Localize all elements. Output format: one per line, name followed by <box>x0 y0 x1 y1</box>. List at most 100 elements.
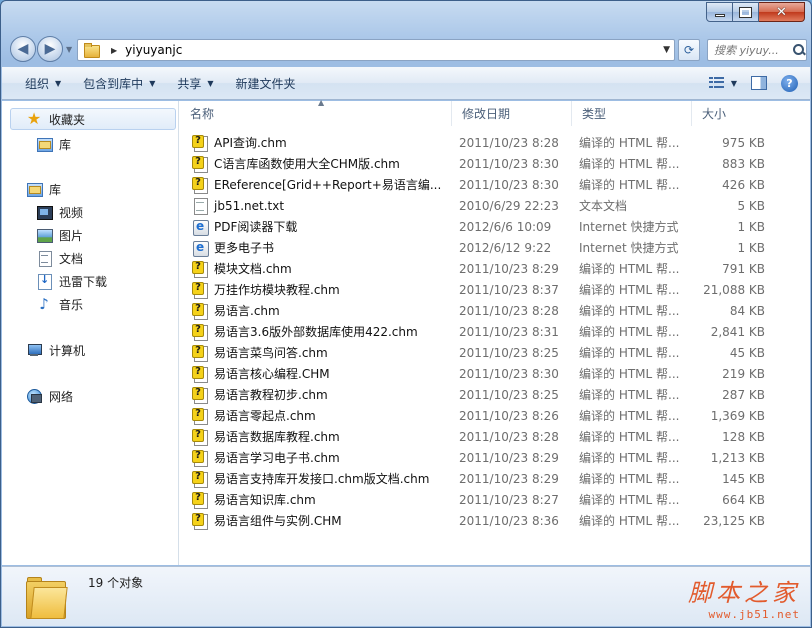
file-row[interactable]: 易语言学习电子书.chm 2011/10/23 8:29 编译的 HTML 帮...… <box>192 447 780 468</box>
search-icon[interactable] <box>793 44 805 56</box>
recent-pages-dropdown[interactable]: ▼ <box>66 45 72 54</box>
file-name-cell[interactable]: C语言库函数使用大全CHM版.chm <box>192 153 450 174</box>
back-button[interactable]: ◀ <box>10 36 36 62</box>
sidebar-item-computer[interactable]: 计算机 <box>26 339 85 361</box>
file-name-cell[interactable]: 易语言3.6版外部数据库使用422.chm <box>192 321 450 342</box>
file-date: 2011/10/23 8:30 <box>459 177 559 192</box>
file-name-cell[interactable]: 易语言菜鸟问答.chm <box>192 342 450 363</box>
sidebar-item-favorites[interactable]: ★ 收藏夹 <box>10 108 176 130</box>
minimize-button[interactable] <box>706 2 733 22</box>
chm-help-icon <box>192 512 208 530</box>
documents-icon <box>36 250 52 267</box>
chm-help-icon <box>192 428 208 446</box>
file-row[interactable]: 易语言组件与实例.CHM 2011/10/23 8:36 编译的 HTML 帮...… <box>192 510 780 531</box>
file-name-cell[interactable]: 易语言学习电子书.chm <box>192 447 450 468</box>
file-type: 编译的 HTML 帮... <box>579 367 680 381</box>
file-date: 2012/6/6 10:09 <box>459 219 552 234</box>
file-name-cell[interactable]: 更多电子书 <box>192 237 450 258</box>
file-name: API查询.chm <box>214 136 287 150</box>
file-name-cell[interactable]: 易语言.chm <box>192 300 450 321</box>
file-name-cell[interactable]: 易语言支持库开发接口.chm版文档.chm <box>192 468 450 489</box>
sidebar-item-music[interactable]: ♪ 音乐 <box>36 293 83 315</box>
file-name: 易语言教程初步.chm <box>214 388 328 402</box>
column-header-label: 大小 <box>702 107 727 121</box>
sidebar-item-videos[interactable]: 视频 <box>36 201 83 223</box>
file-type: 编译的 HTML 帮... <box>579 451 680 465</box>
column-header-size[interactable]: 大小 <box>692 101 772 126</box>
file-size: 145 KB <box>722 471 765 486</box>
file-name-cell[interactable]: 易语言数据库教程.chm <box>192 426 450 447</box>
close-icon: ✕ <box>776 4 787 20</box>
file-row[interactable]: C语言库函数使用大全CHM版.chm 2011/10/23 8:30 编译的 HTM… <box>192 153 780 174</box>
sidebar-item-favorites-library[interactable]: 库 <box>36 133 71 155</box>
file-name-cell[interactable]: 易语言核心编程.CHM <box>192 363 450 384</box>
address-bar[interactable]: ▶ yiyuyanjc ▼ <box>77 39 675 61</box>
file-list: ▲ 名称 修改日期 类型 大小 API查询.chm 2011/10/23 8:28… <box>180 98 810 565</box>
file-type: 编译的 HTML 帮... <box>579 304 680 318</box>
file-row[interactable]: 更多电子书 2012/6/12 9:22 Internet 快捷方式 1 KB <box>192 237 780 258</box>
file-name-cell[interactable]: 模块文档.chm <box>192 258 450 279</box>
file-row[interactable]: 模块文档.chm 2011/10/23 8:29 编译的 HTML 帮... 791 … <box>192 258 780 279</box>
file-row[interactable]: 易语言菜鸟问答.chm 2011/10/23 8:25 编译的 HTML 帮... 4… <box>192 342 780 363</box>
file-row[interactable]: API查询.chm 2011/10/23 8:28 编译的 HTML 帮... 975… <box>192 132 780 153</box>
watermark-logo: 脚本之家 www.jb51.net <box>688 573 800 621</box>
file-size: 84 KB <box>729 303 765 318</box>
organize-menu[interactable]: 组织 ▼ <box>14 71 72 95</box>
file-name-cell[interactable]: jb51.net.txt <box>192 195 450 216</box>
include-in-library-menu[interactable]: 包含到库中 ▼ <box>72 71 166 95</box>
file-name-cell[interactable]: 易语言教程初步.chm <box>192 384 450 405</box>
sidebar-item-thunder-downloads[interactable]: 迅雷下载 <box>36 270 107 292</box>
address-history-dropdown[interactable]: ▼ <box>663 45 670 55</box>
search-box[interactable] <box>707 39 807 61</box>
file-name: jb51.net.txt <box>214 198 285 213</box>
file-type: 编译的 HTML 帮... <box>579 514 680 528</box>
share-menu[interactable]: 共享 ▼ <box>166 71 224 95</box>
file-name-cell[interactable]: 易语言零起点.chm <box>192 405 450 426</box>
file-size: 975 KB <box>722 135 765 150</box>
file-row[interactable]: EReference[Grid++Report+易语言编... 2011/10/2… <box>192 174 780 195</box>
file-row[interactable]: 易语言教程初步.chm 2011/10/23 8:25 编译的 HTML 帮... 2… <box>192 384 780 405</box>
file-row[interactable]: 易语言支持库开发接口.chm版文档.chm 2011/10/23 8:29 编译的 … <box>192 468 780 489</box>
file-name-cell[interactable]: 易语言知识库.chm <box>192 489 450 510</box>
sidebar-item-network[interactable]: 网络 <box>26 385 73 407</box>
maximize-button[interactable] <box>733 2 759 22</box>
refresh-button[interactable]: ⟳ <box>678 39 700 61</box>
file-row[interactable]: 易语言核心编程.CHM 2011/10/23 8:30 编译的 HTML 帮... 2… <box>192 363 780 384</box>
file-row[interactable]: 易语言知识库.chm 2011/10/23 8:27 编译的 HTML 帮... 66… <box>192 489 780 510</box>
new-folder-button[interactable]: 新建文件夹 <box>225 71 307 95</box>
file-row[interactable]: 易语言.chm 2011/10/23 8:28 编译的 HTML 帮... 84 KB <box>192 300 780 321</box>
forward-button[interactable]: ▶ <box>37 36 63 62</box>
file-row[interactable]: PDF阅读器下载 2012/6/6 10:09 Internet 快捷方式 1 KB <box>192 216 780 237</box>
file-row[interactable]: 易语言数据库教程.chm 2011/10/23 8:28 编译的 HTML 帮...… <box>192 426 780 447</box>
file-name-cell[interactable]: 万挂作坊模块教程.chm <box>192 279 450 300</box>
file-row[interactable]: jb51.net.txt 2010/6/29 22:23 文本文档 5 KB <box>192 195 780 216</box>
file-row[interactable]: 易语言3.6版外部数据库使用422.chm 2011/10/23 8:31 编译的 … <box>192 321 780 342</box>
text-file-icon <box>192 197 208 215</box>
help-icon[interactable]: ? <box>781 74 798 92</box>
preview-pane-icon[interactable] <box>751 76 767 90</box>
chm-help-icon <box>192 470 208 488</box>
file-row[interactable]: 易语言零起点.chm 2011/10/23 8:26 编译的 HTML 帮... 1,… <box>192 405 780 426</box>
sidebar-item-libraries[interactable]: 库 <box>26 178 61 200</box>
file-date: 2012/6/12 9:22 <box>459 240 552 255</box>
breadcrumb-current-folder[interactable]: yiyuyanjc <box>125 43 182 57</box>
view-options-dropdown[interactable]: ▼ <box>731 79 737 88</box>
file-name-cell[interactable]: API查询.chm <box>192 132 450 153</box>
breadcrumb-chevron-icon[interactable]: ▶ <box>111 46 117 55</box>
close-button[interactable]: ✕ <box>759 2 805 22</box>
search-input[interactable] <box>714 43 792 57</box>
file-row[interactable]: 万挂作坊模块教程.chm 2011/10/23 8:37 编译的 HTML 帮...… <box>192 279 780 300</box>
file-name: 模块文档.chm <box>214 262 292 276</box>
file-date: 2011/10/23 8:30 <box>459 366 559 381</box>
column-header-name[interactable]: ▲ 名称 <box>180 98 452 126</box>
file-name-cell[interactable]: PDF阅读器下载 <box>192 216 450 237</box>
file-name-cell[interactable]: 易语言组件与实例.CHM <box>192 510 450 531</box>
change-view-icon[interactable] <box>708 77 725 89</box>
sidebar-item-documents[interactable]: 文档 <box>36 247 83 269</box>
column-header-type[interactable]: 类型 <box>572 101 692 126</box>
column-header-date[interactable]: 修改日期 <box>452 101 572 126</box>
file-name-cell[interactable]: EReference[Grid++Report+易语言编... <box>192 174 450 195</box>
file-size: 1,369 KB <box>710 408 765 423</box>
sidebar-item-pictures[interactable]: 图片 <box>36 224 83 246</box>
navigation-bar: ◀ ▶ ▼ ▶ yiyuyanjc ▼ ⟳ <box>1 31 811 65</box>
